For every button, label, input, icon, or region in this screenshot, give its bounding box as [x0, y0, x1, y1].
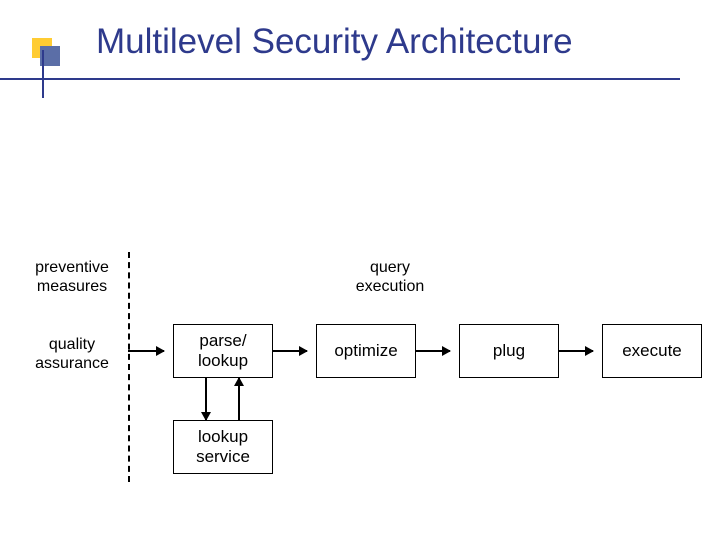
arrow-plug-to-execute: [559, 350, 593, 352]
box-plug: plug: [459, 324, 559, 378]
title-bullet-icon: [32, 38, 60, 66]
label-preventive-measures: preventivemeasures: [20, 258, 124, 296]
label-query-execution: queryexecution: [330, 258, 450, 296]
box-lookup-service: lookupservice: [173, 420, 273, 474]
title-rule-vertical: [42, 50, 44, 98]
arrow-parse-to-optimize: [273, 350, 307, 352]
slide-title: Multilevel Security Architecture: [96, 22, 573, 62]
arrow-parse-to-lookup: [205, 378, 207, 420]
title-rule-horizontal: [0, 78, 680, 80]
column-divider-dashed: [128, 252, 130, 482]
box-parse-lookup: parse/lookup: [173, 324, 273, 378]
box-optimize: optimize: [316, 324, 416, 378]
arrow-optimize-to-plug: [416, 350, 450, 352]
label-quality-assurance: qualityassurance: [20, 335, 124, 373]
arrow-lookup-to-parse: [238, 378, 240, 420]
arrow-into-parse: [128, 350, 164, 352]
box-execute: execute: [602, 324, 702, 378]
